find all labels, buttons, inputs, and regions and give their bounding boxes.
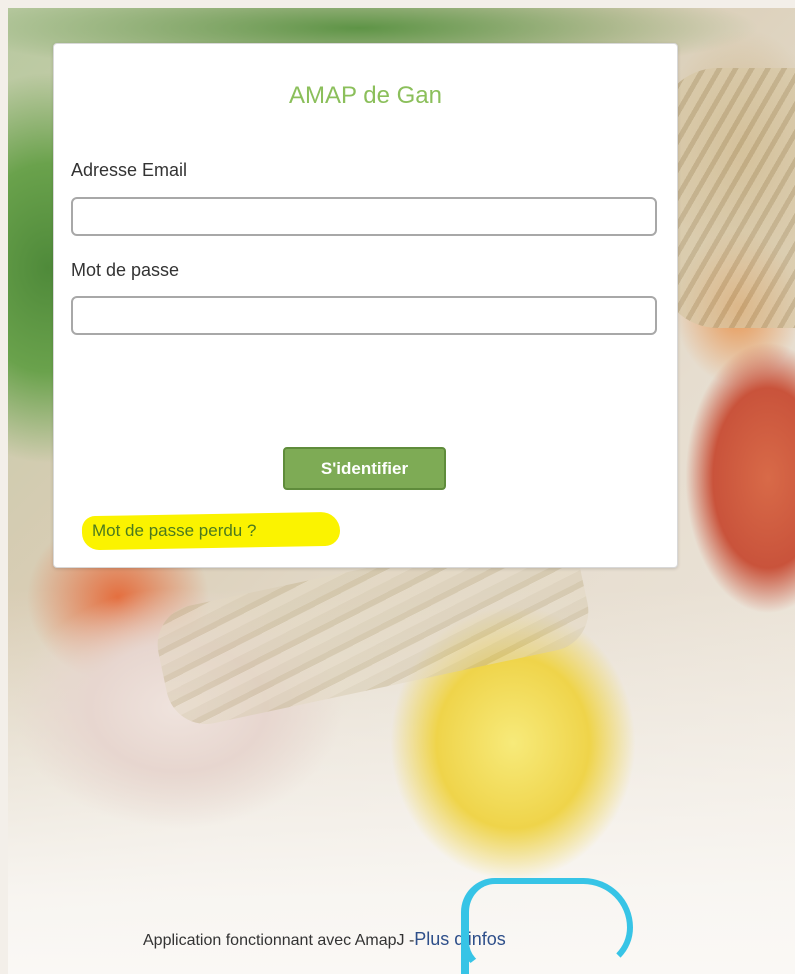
email-field[interactable] [71, 197, 657, 236]
basket-handle-image [658, 68, 795, 328]
email-label: Adresse Email [71, 160, 188, 180]
blue-circle-annotation-tail [461, 940, 469, 974]
login-card: AMAP de Gan Adresse Email Mot de passe S… [53, 43, 678, 568]
page-title: AMAP de Gan [289, 82, 442, 109]
forgot-password-link[interactable]: Mot de passe perdu ? [92, 521, 256, 541]
blue-circle-annotation [461, 878, 633, 970]
password-label: Mot de passe [71, 260, 180, 280]
password-field[interactable] [71, 296, 657, 335]
footer: Application fonctionnant avec AmapJ -Plu… [143, 929, 506, 950]
login-button[interactable]: S'identifier [283, 447, 446, 490]
footer-text: Application fonctionnant avec AmapJ - [143, 932, 415, 949]
